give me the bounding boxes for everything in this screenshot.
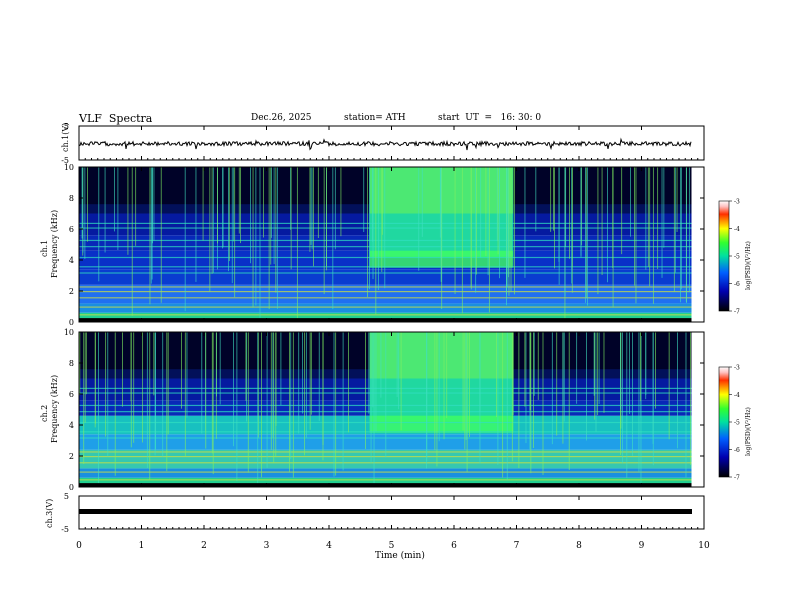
spec-ytick-label: 10 bbox=[64, 328, 74, 337]
spec-ytick-label: 2 bbox=[69, 287, 74, 296]
xtick-label: 1 bbox=[139, 541, 145, 551]
xtick-label: 0 bbox=[76, 541, 82, 551]
colorbar-tick-label: -3 bbox=[734, 365, 740, 372]
ch3-trace bbox=[79, 509, 692, 514]
colorbar-tick-label: -7 bbox=[734, 475, 740, 482]
spec-ytick-label: 8 bbox=[69, 359, 74, 368]
colorbar-1-label: log(PSD)(V²/Hz) bbox=[745, 241, 752, 290]
ch1-spec-ylabel-line2: Frequency (kHz) bbox=[50, 210, 59, 278]
xtick-label: 5 bbox=[389, 541, 395, 551]
xtick-label: 4 bbox=[326, 541, 332, 551]
ch1-trace bbox=[79, 137, 692, 151]
spec-ytick-label: 4 bbox=[69, 256, 74, 265]
spec-ytick-label: 2 bbox=[69, 452, 74, 461]
x-axis-label: Time (min) bbox=[375, 550, 425, 561]
colorbar-tick-label: -6 bbox=[734, 281, 740, 288]
xtick-label: 3 bbox=[264, 541, 270, 551]
colorbar-2 bbox=[718, 366, 730, 478]
xtick-label: 9 bbox=[639, 541, 645, 551]
xtick-label: 7 bbox=[514, 541, 520, 551]
xtick-label: 8 bbox=[576, 541, 582, 551]
spec-ytick-label: 0 bbox=[69, 483, 74, 492]
ch2-spec-ylabel-line2: Frequency (kHz) bbox=[50, 375, 59, 443]
ts-ytick-label: -5 bbox=[61, 156, 69, 165]
xtick-label: 6 bbox=[451, 541, 457, 551]
spec-ytick-label: 4 bbox=[69, 421, 74, 430]
xtick-label: 10 bbox=[698, 541, 710, 551]
colorbar-tick-label: -4 bbox=[734, 392, 740, 399]
colorbar-tick-label: -3 bbox=[734, 199, 740, 206]
ch1-ylabel: ch.1(V) bbox=[61, 123, 70, 152]
colorbar-tick-label: -5 bbox=[734, 254, 740, 261]
ch1-spectrogram-area bbox=[78, 166, 705, 323]
colorbar-tick-label: -6 bbox=[734, 447, 740, 454]
colorbar-tick-label: -7 bbox=[734, 309, 740, 316]
ts-ytick-label: 5 bbox=[64, 492, 69, 501]
ch1-spec-ylabel-line1: ch.1 bbox=[40, 240, 49, 257]
spec-ytick-label: 8 bbox=[69, 194, 74, 203]
colorbar-1 bbox=[718, 200, 730, 312]
ch2-spectrogram-area bbox=[78, 331, 705, 488]
colorbar-2-label: log(PSD)(V²/Hz) bbox=[745, 407, 752, 456]
ch2-spec-ylabel-line1: ch.2 bbox=[40, 405, 49, 422]
colorbar-tick-labels: -3 -4 -5 -6 -7 -3 -4 -5 -6 -7 bbox=[729, 199, 740, 482]
xtick-label: 2 bbox=[201, 541, 207, 551]
colorbar-tick-label: -4 bbox=[734, 226, 740, 233]
spec-ytick-label: 6 bbox=[69, 390, 74, 399]
spec-ytick-label: 6 bbox=[69, 225, 74, 234]
colorbar-tick-label: -5 bbox=[734, 420, 740, 427]
vlf-figure: 024681002468105-55-50 1 2 3 4 5 6 7 8 9 10 ch.1(V)… bbox=[40, 122, 752, 561]
ch3-ylabel: ch.3(V) bbox=[45, 499, 54, 528]
spec-ytick-label: 0 bbox=[69, 318, 74, 327]
ts-ytick-label: -5 bbox=[61, 525, 69, 534]
